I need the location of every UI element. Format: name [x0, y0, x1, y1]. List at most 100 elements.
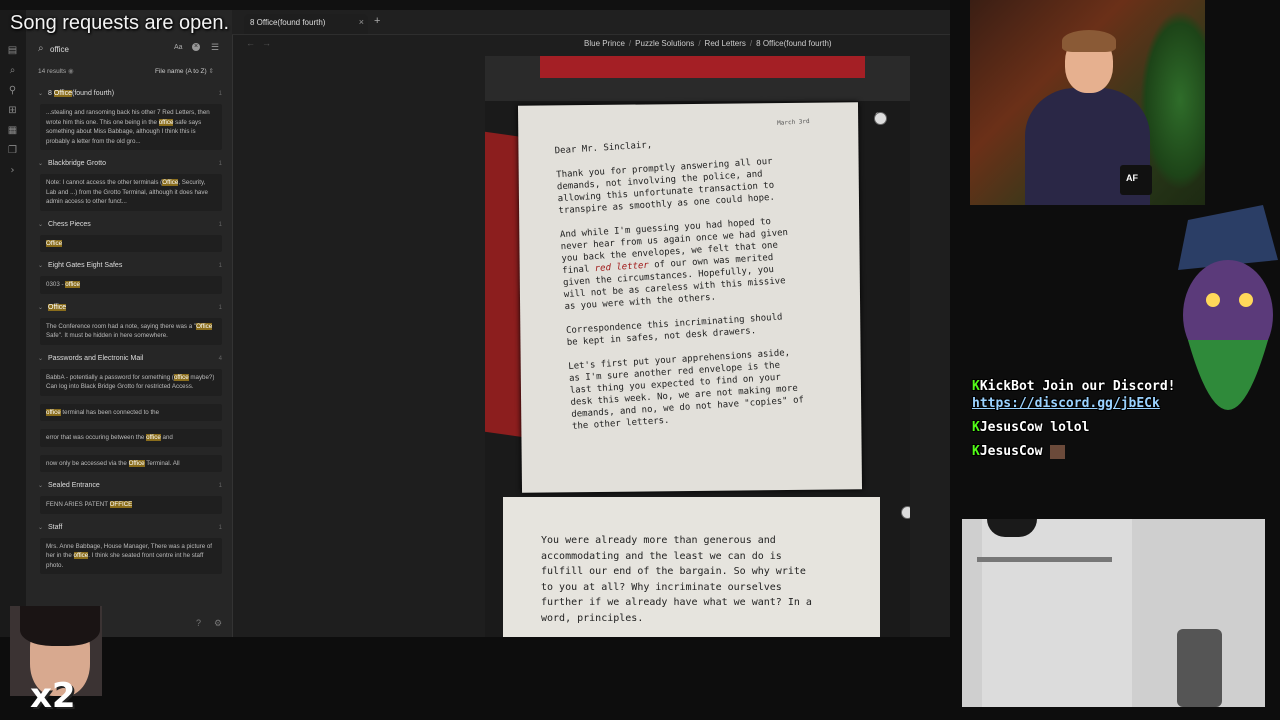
hair: [1062, 30, 1116, 52]
clear-search-icon[interactable]: ×: [192, 43, 200, 51]
files-icon[interactable]: ▤: [7, 45, 18, 56]
breadcrumb-item[interactable]: Red Letters: [705, 39, 746, 48]
search-result-title[interactable]: ⌄ Passwords and Electronic Mail 4: [34, 353, 228, 365]
letter-page-2-body: You were already more than generous and …: [541, 535, 812, 624]
terminal-icon[interactable]: ›: [7, 165, 18, 176]
chat-username: JesusCow: [979, 420, 1043, 435]
search-result-snippet[interactable]: error that was occuring between the offi…: [40, 429, 222, 447]
search-result-snippet[interactable]: BabbA - potentially a password for somet…: [40, 368, 222, 396]
chevron-down-icon[interactable]: ⌄: [38, 88, 43, 100]
search-result-title[interactable]: ⌄ 8 Office(found fourth) 1: [34, 88, 228, 100]
back-arrow-icon[interactable]: ←: [246, 38, 255, 48]
help-icon[interactable]: ?: [196, 618, 201, 628]
settings-gear-icon[interactable]: ⚙: [214, 618, 222, 629]
left-ribbon: ▤ ⌕ ⚲ ⊞ ▦ ❐ ›: [0, 10, 27, 637]
chevron-down-icon[interactable]: ⌄: [38, 480, 43, 492]
search-icon[interactable]: ⌕: [7, 65, 18, 76]
search-result-snippet[interactable]: 0303 - office: [40, 276, 222, 294]
camera-icon: [874, 112, 887, 125]
beard: [1188, 340, 1268, 410]
chevron-down-icon[interactable]: ⌄: [38, 260, 43, 272]
snippet-highlight: Office: [46, 239, 63, 247]
search-results: ⌄ 8 Office(found fourth) 1 ...stealing and …: [34, 88, 228, 582]
chat-link[interactable]: https://discord.gg/jbECk: [972, 396, 1160, 411]
match-count: 1: [218, 161, 222, 167]
letter-page-1: March 3rd Dear Mr. Sinclair, Thank you f…: [517, 102, 863, 493]
breadcrumb-item[interactable]: Blue Prince: [584, 39, 625, 48]
avatar-eye: [1206, 293, 1220, 307]
chat-overlay: KKickBot Join our Discord! https://discor…: [972, 378, 1192, 460]
song-requests-banner: Song requests are open.: [10, 12, 230, 34]
letter-page-2: You were already more than generous and …: [503, 497, 880, 637]
tab-active-note[interactable]: 8 Office(found fourth) ×: [244, 14, 368, 34]
sort-dropdown[interactable]: File name (A to Z) ⇕: [155, 67, 214, 75]
tab-close-icon[interactable]: ×: [359, 17, 364, 27]
kick-badge-icon: K: [972, 379, 980, 394]
title-bar: [0, 0, 950, 10]
match-case-toggle[interactable]: Aa: [174, 44, 183, 51]
magnifier-icon: ⌕: [38, 43, 44, 54]
match-count: 1: [218, 263, 222, 269]
chevron-down-icon[interactable]: ⌄: [38, 302, 43, 314]
breadcrumb: Blue Prince / Puzzle Solutions / Red Letters…: [584, 39, 832, 48]
new-tab-button[interactable]: +: [374, 15, 380, 27]
chat-username: KickBot: [979, 379, 1035, 394]
forward-arrow-icon[interactable]: →: [262, 38, 271, 48]
towel-rail: [977, 557, 1112, 562]
snippet-text: Terminal. All: [144, 459, 180, 467]
search-result-snippet[interactable]: Note: I cannot access the other terminal…: [40, 174, 222, 211]
snippet-highlight: OFFICE: [109, 501, 133, 508]
avatar-eye: [1239, 293, 1253, 307]
search-result-title[interactable]: ⌄ Office 1: [34, 302, 228, 314]
snippet-text: and: [160, 434, 173, 441]
chevron-updown-icon: ⇕: [208, 68, 214, 75]
red-letter-phrase: red letter: [594, 260, 650, 275]
search-result-snippet[interactable]: office terminal has been connected to th…: [40, 403, 222, 421]
chevron-down-icon[interactable]: ⌄: [38, 522, 43, 534]
match-count: 1: [218, 304, 222, 311]
search-result-snippet[interactable]: now only be accessed via the Office Term…: [40, 454, 222, 472]
search-result-title[interactable]: ⌄ Blackbridge Grotto 1: [34, 158, 228, 170]
search-result-snippet[interactable]: Mrs. Anne Babbage, House Manager, There …: [40, 537, 222, 574]
result-title-highlight: Office: [48, 303, 67, 311]
chevron-down-icon[interactable]: ⌄: [38, 158, 43, 170]
search-result-title[interactable]: ⌄ Eight Gates Eight Safes 1: [34, 260, 228, 272]
match-count: 4: [218, 355, 222, 362]
door: [982, 519, 1132, 707]
multiplier-label: x2: [30, 676, 76, 716]
search-result-title[interactable]: ⌄ Sealed Entrance 1: [34, 480, 228, 492]
match-count: 1: [218, 483, 222, 489]
canvas-icon[interactable]: ⊞: [7, 105, 18, 116]
search-input[interactable]: [50, 42, 150, 56]
filter-settings-icon[interactable]: ☰: [211, 42, 219, 53]
chat-message: KKickBot Join our Discord! https://discor…: [972, 378, 1192, 412]
breadcrumb-item[interactable]: Puzzle Solutions: [635, 39, 694, 48]
chat-text: Join our Discord!: [1042, 379, 1176, 394]
result-title-text: 8: [48, 90, 54, 97]
chevron-down-icon[interactable]: ⌄: [38, 219, 43, 231]
search-result-snippet[interactable]: ...stealing and ransoming back his other…: [40, 104, 222, 150]
chat-text: lolol: [1050, 420, 1090, 435]
snippet-highlight: Office: [196, 322, 213, 330]
result-title-highlight: Office: [53, 90, 72, 97]
search-result-snippet[interactable]: Office: [40, 234, 222, 252]
calendar-icon[interactable]: ▦: [7, 125, 18, 136]
snippet-highlight: Office: [162, 179, 179, 186]
search-result-snippet[interactable]: The Conference room had a note, saying t…: [40, 317, 222, 345]
search-result-snippet[interactable]: FENN ARIES PATENT OFFICE: [40, 496, 222, 514]
snippet-text: BabbA - potentially a password for somet…: [46, 373, 174, 381]
search-result-title[interactable]: ⌄ Chess Pieces 1: [34, 219, 228, 231]
match-count: 1: [218, 221, 222, 228]
red-envelope-top: [540, 56, 865, 78]
breadcrumb-item[interactable]: 8 Office(found fourth): [756, 39, 831, 48]
snippet-text: error that was occuring between the: [46, 434, 147, 441]
snippet-highlight: office: [65, 281, 80, 288]
results-count: 14 results ◉: [38, 68, 74, 75]
match-count: 1: [218, 524, 222, 531]
snippet-highlight: office: [146, 434, 161, 441]
copy-icon[interactable]: ❐: [7, 145, 18, 156]
graph-icon[interactable]: ⚲: [7, 85, 18, 96]
search-result-title[interactable]: ⌄ Staff 1: [34, 522, 228, 534]
search-bar: ⌕ Aa × ☰: [34, 42, 224, 58]
chevron-down-icon[interactable]: ⌄: [38, 353, 43, 365]
